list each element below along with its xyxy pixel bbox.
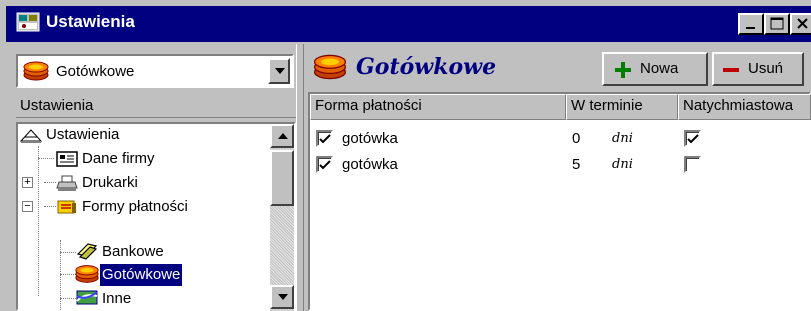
column-header-forma[interactable]: Forma płatności [310,94,566,120]
tree-expand-toggle[interactable]: + [22,177,33,188]
scroll-down-button[interactable] [270,285,294,309]
tree-line [44,182,56,183]
settings-root-icon [20,129,42,143]
column-header-natychmiastowa[interactable]: Natychmiastowa [678,94,811,120]
tree-item-bankowe[interactable]: Bankowe [76,241,166,263]
tree-header-label: Ustawienia [20,97,94,114]
plus-icon [615,62,631,78]
tree-header: Ustawienia [16,94,296,118]
settings-tree[interactable]: Ustawienia Dane firmy + Drukarki − Formy… [16,122,296,311]
settings-app-icon [16,12,40,32]
tree-item-label: Dane firmy [82,150,155,167]
tree-item-drukarki[interactable]: Drukarki [56,172,140,194]
minimize-button[interactable] [738,13,764,35]
cash-icon [23,61,49,81]
close-icon [797,18,808,29]
row-active-checkbox[interactable] [316,130,333,147]
scroll-thumb[interactable] [270,150,294,206]
title-bar-background: Ustawienia [6,6,811,42]
cash-icon [313,54,347,80]
pane-splitter[interactable] [296,44,304,311]
scroll-up-button[interactable] [270,124,294,148]
maximize-icon [770,17,784,30]
payment-days-unit: dni [612,131,633,146]
new-button[interactable]: Nowa [602,52,708,86]
tree-item-label: Drukarki [82,174,138,191]
cash-icon [75,265,99,283]
tree-item-label: Gotówkowe [100,264,183,286]
tree-item-formy-platnosci[interactable]: Formy płatności [56,196,190,218]
tree-item-dane-firmy[interactable]: Dane firmy [56,148,157,170]
tree-item-gotowkowe[interactable]: Gotówkowe [74,264,183,286]
payment-methods-grid[interactable]: Forma płatności W terminie Natychmiastow… [308,92,811,311]
delete-button[interactable]: Usuń [712,52,804,86]
other-icon [76,290,98,305]
maximize-button[interactable] [764,13,790,35]
chevron-down-icon [275,68,285,74]
arrow-up-icon [278,133,288,139]
minus-icon [723,68,739,72]
title-bar[interactable]: Ustawienia [0,0,811,44]
payment-name: gotówka [342,156,398,173]
column-header-w-terminie[interactable]: W terminie [566,94,678,120]
category-combobox[interactable]: Gotówkowe [16,54,294,88]
printer-icon [56,175,78,191]
table-row[interactable]: gotówka 0 dni [310,126,811,152]
table-row[interactable]: gotówka 5 dni [310,152,811,178]
tree-collapse-toggle[interactable]: − [22,201,33,212]
checkmark-icon [319,134,331,144]
payment-days: 5 [572,156,581,173]
tree-item-label: Bankowe [102,243,164,260]
payment-days: 0 [572,130,581,147]
tree-line [60,240,61,311]
tree-line [60,298,76,299]
combobox-dropdown-button[interactable] [268,58,290,84]
payment-days-unit: dni [612,157,633,172]
combobox-value: Gotówkowe [56,63,135,80]
right-pane: Gotówkowe Nowa Usuń Forma płatności W te… [304,44,811,311]
checkmark-icon [319,160,331,170]
tree-scrollbar[interactable] [270,124,294,311]
tree-item-ustawienia[interactable]: Ustawienia [20,124,121,146]
immediate-checkbox[interactable] [684,156,701,173]
arrow-down-icon [278,294,288,300]
minimize-icon [746,27,755,29]
row-active-checkbox[interactable] [316,156,333,173]
tree-line [60,252,76,253]
payment-name: gotówka [342,130,398,147]
delete-button-label: Usuń [748,60,784,77]
tree-item-inne[interactable]: Inne [76,288,133,310]
company-data-icon [56,151,78,167]
checkmark-icon [687,134,699,144]
tree-item-label: Ustawienia [46,126,120,143]
section-title: Gotówkowe [356,54,497,80]
window-title: Ustawienia [46,12,135,31]
immediate-checkbox[interactable] [684,130,701,147]
new-button-label: Nowa [640,60,679,77]
tree-line [38,146,39,296]
payment-forms-icon [57,200,76,214]
tree-item-label: Inne [102,290,132,307]
tree-item-label: Formy płatności [82,198,188,215]
tree-line [44,206,56,207]
left-pane: Gotówkowe Ustawienia Ustawienia Dane fir… [6,44,296,311]
close-button[interactable] [790,13,811,35]
bank-icon [76,243,98,260]
tree-line [38,158,54,159]
